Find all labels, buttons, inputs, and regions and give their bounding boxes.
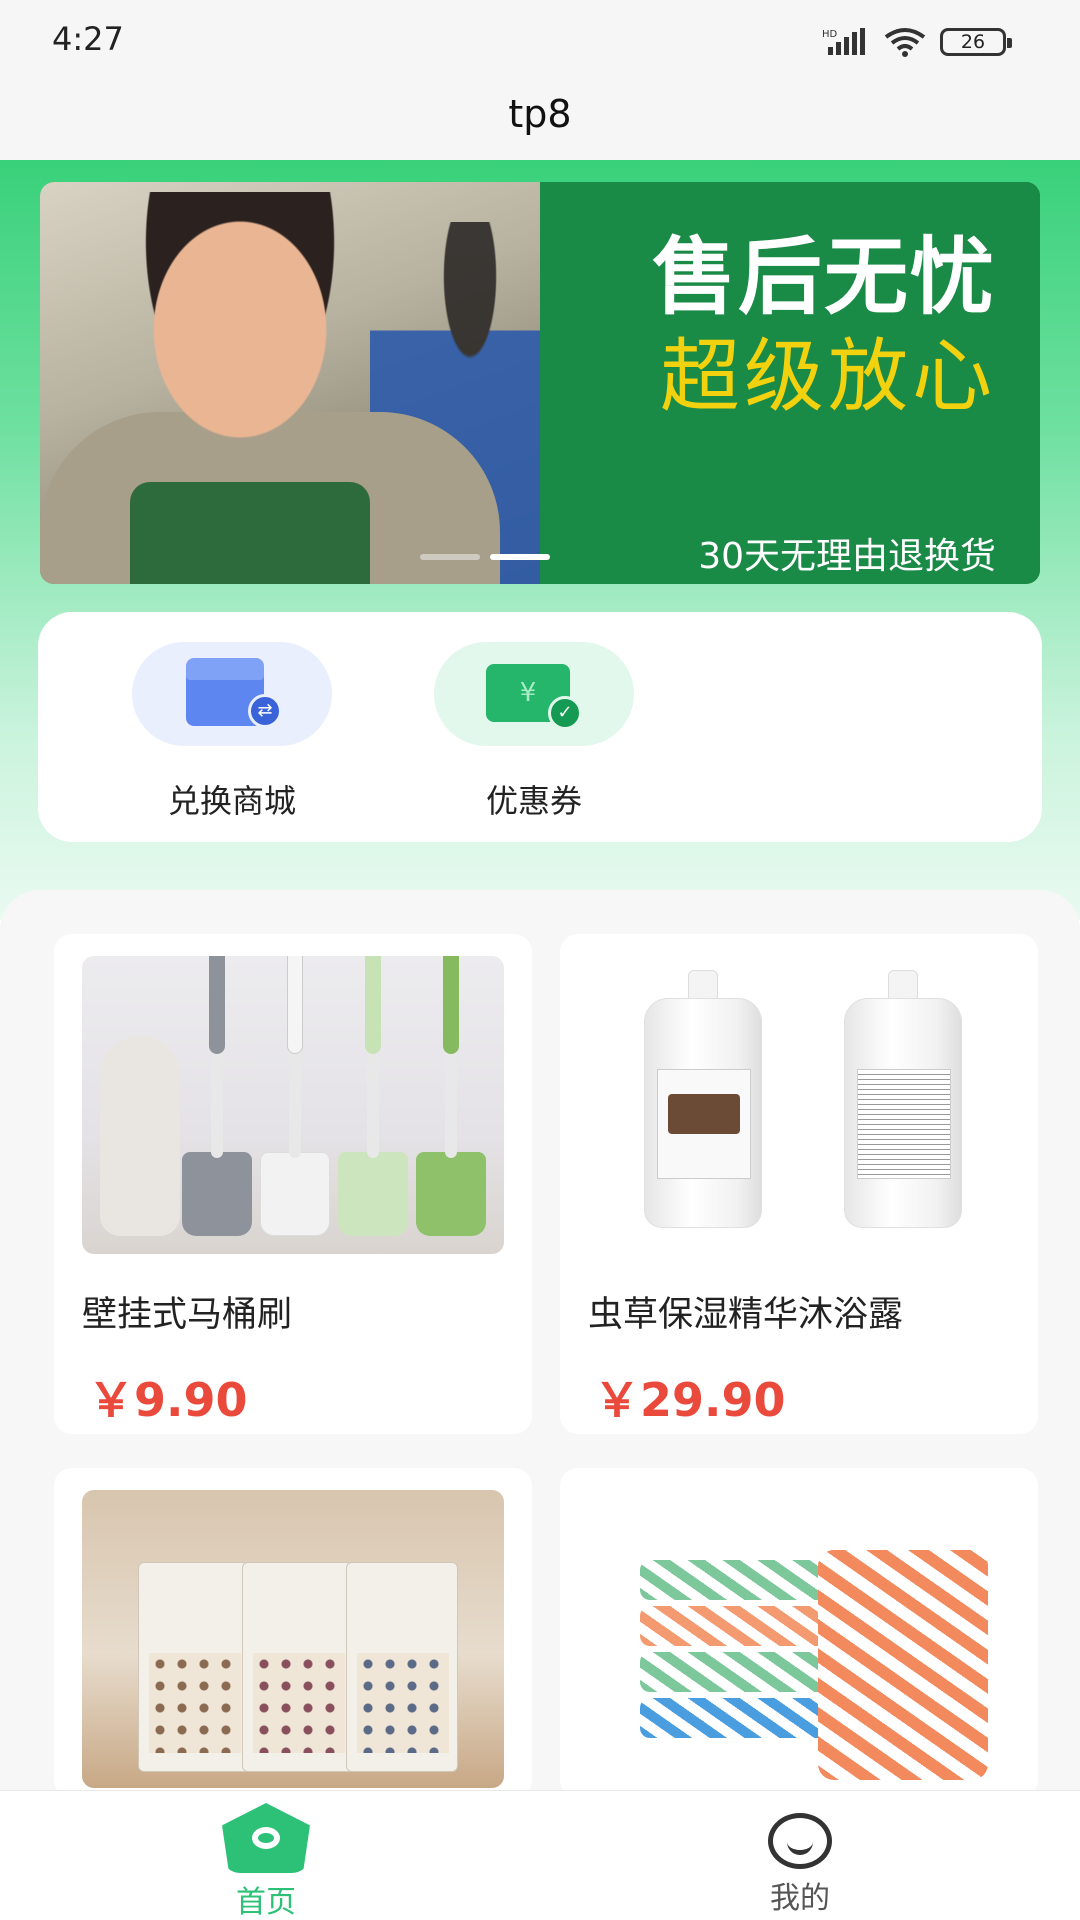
status-bar: 4:27 HD 26 xyxy=(0,0,1080,84)
cloth-pack xyxy=(138,1562,250,1772)
towel-image xyxy=(588,1490,1010,1788)
cloth-pack xyxy=(346,1562,458,1772)
exchange-mall-button[interactable]: ⇄ 兑换商城 xyxy=(132,642,332,822)
nav-home[interactable]: 首页 xyxy=(166,1803,366,1920)
banner-caption: 30天无理由退换货 xyxy=(698,536,996,577)
brush-handle xyxy=(365,956,381,1054)
staff-apron xyxy=(130,482,370,584)
product-card[interactable] xyxy=(560,1468,1038,1798)
cleaning-cloth-image xyxy=(82,1490,504,1788)
shop-exchange-icon: ⇄ xyxy=(132,642,332,746)
exchange-arrows-icon: ⇄ xyxy=(248,694,282,728)
nav-profile[interactable]: 我的 xyxy=(700,1803,900,1917)
nav-home-label: 首页 xyxy=(236,1885,296,1920)
product-card[interactable] xyxy=(54,1468,532,1798)
banner-subheadline: 超级放心 xyxy=(660,330,996,423)
banner-dot-active[interactable] xyxy=(490,554,550,560)
brush-base xyxy=(260,1152,330,1236)
folded-towel xyxy=(818,1550,988,1780)
wifi-icon xyxy=(884,28,926,57)
bottle xyxy=(644,998,762,1228)
pack-pattern xyxy=(253,1653,345,1753)
battery-level: 26 xyxy=(960,31,986,53)
status-time: 4:27 xyxy=(52,20,124,58)
brush-handle xyxy=(209,956,225,1054)
toilet-brush-image xyxy=(82,956,504,1254)
quick-actions-card: ⇄ 兑换商城 ¥ ✓ 优惠券 xyxy=(38,612,1042,842)
brush-base xyxy=(338,1152,408,1236)
coupon-label: 优惠券 xyxy=(485,782,582,820)
nav-profile-label: 我的 xyxy=(770,1881,830,1916)
bottle xyxy=(844,998,962,1228)
page-title: tp8 xyxy=(508,92,572,136)
product-card[interactable]: 壁挂式马桶刷 ￥9.90 xyxy=(54,934,532,1434)
cloth-pack xyxy=(242,1562,354,1772)
product-price: ￥29.90 xyxy=(594,1373,786,1427)
product-card[interactable]: 虫草保湿精华沐浴露 ￥29.90 xyxy=(560,934,1038,1434)
bottle-label xyxy=(657,1069,751,1179)
network-type: HD xyxy=(822,29,838,40)
brush-handle xyxy=(287,956,303,1054)
signal-icon: HD xyxy=(822,28,865,55)
shop-roof xyxy=(186,658,264,680)
exchange-mall-label: 兑换商城 xyxy=(167,782,296,820)
pack-pattern xyxy=(149,1653,241,1753)
app-bar: tp8 xyxy=(0,84,1080,160)
battery-icon: 26 xyxy=(940,28,1012,56)
banner-dot[interactable] xyxy=(420,554,480,560)
brush-base xyxy=(182,1152,252,1236)
bottle-label xyxy=(857,1069,951,1179)
profile-icon xyxy=(768,1813,832,1869)
product-name: 虫草保湿精华沐浴露 xyxy=(588,1295,904,1335)
home-icon xyxy=(222,1803,310,1873)
smiling-staff xyxy=(130,192,350,442)
banner-photo xyxy=(40,182,600,584)
label-picture xyxy=(668,1094,740,1134)
product-name: 壁挂式马桶刷 xyxy=(82,1295,293,1335)
brush-handle xyxy=(443,956,459,1054)
status-icons: HD 26 xyxy=(822,24,1012,60)
bottom-nav: 首页 我的 xyxy=(0,1790,1080,1920)
check-icon: ✓ xyxy=(548,696,582,730)
pack-pattern xyxy=(357,1653,449,1753)
coupon-icon: ¥ ✓ xyxy=(434,642,634,746)
promo-banner[interactable]: 售后无忧 超级放心 30天无理由退换货 xyxy=(40,182,1040,584)
body-wash-image xyxy=(588,956,1010,1254)
product-price: ￥9.90 xyxy=(88,1373,248,1427)
coupon-button[interactable]: ¥ ✓ 优惠券 xyxy=(434,642,634,822)
vase xyxy=(100,1036,180,1236)
banner-pagination xyxy=(420,554,550,560)
brush-base xyxy=(416,1152,486,1236)
